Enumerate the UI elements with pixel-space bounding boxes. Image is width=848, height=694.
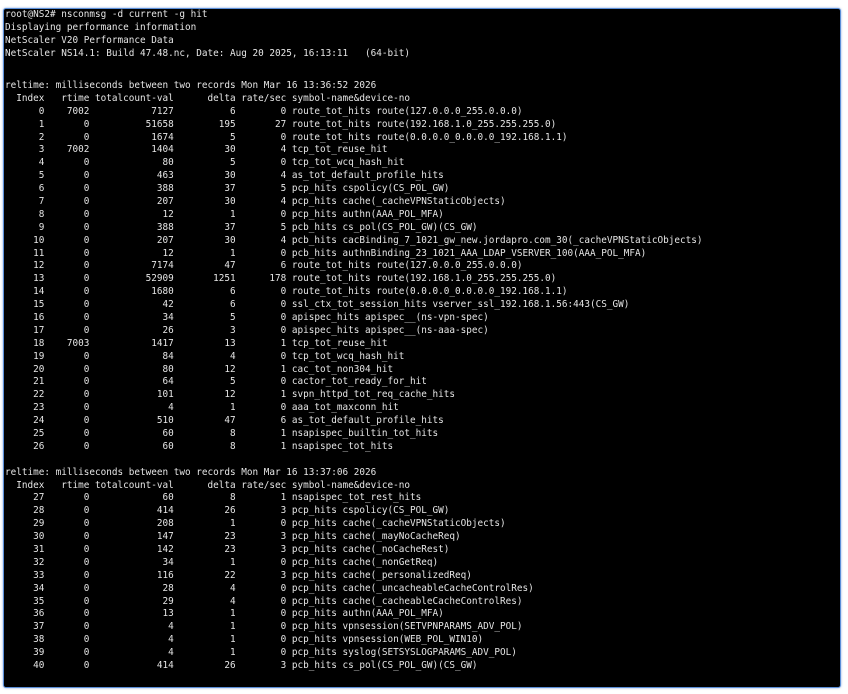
terminal-window[interactable]: root@NS2# nsconmsg -d current -g hit Dis… <box>3 8 841 688</box>
stat-row: 29 0 208 1 0 pcp_hits cache(_cacheVPNSta… <box>5 518 506 530</box>
terminal-output: root@NS2# nsconmsg -d current -g hit Dis… <box>5 9 840 673</box>
stat-row: 39 0 4 1 0 pcp_hits syslog(SETSYSLOGPARA… <box>5 647 517 659</box>
stat-row: 38 0 4 1 0 pcp_hits vpnsession(WEB_POL_W… <box>5 634 484 646</box>
stat-row: 9 0 388 37 5 pcb_hits cs_pol(CS_POL_GW)(… <box>5 221 478 233</box>
stat-row: 10 0 207 30 4 pcb_hits cacBinding_7_1021… <box>5 234 703 246</box>
records-container: reltime: milliseconds between two record… <box>5 79 840 673</box>
stat-row: 6 0 388 37 5 pcp_hits cspolicy(CS_POL_GW… <box>5 183 450 195</box>
stat-row: 15 0 42 6 0 ssl_ctx_tot_session_hits vse… <box>5 299 630 311</box>
stat-row: 34 0 28 4 0 pcp_hits cache(_uncacheableC… <box>5 582 534 594</box>
header-line: NetScaler V20 Performance Data <box>5 34 174 46</box>
header-line: Displaying performance information <box>5 21 197 33</box>
stat-row: 4 0 80 5 0 tcp_tot_wcq_hash_hit <box>5 157 405 169</box>
stat-row: 24 0 510 47 6 as_tot_default_profile_hit… <box>5 415 444 427</box>
stat-row: 14 0 1680 6 0 route_tot_hits route(0.0.0… <box>5 286 568 298</box>
column-header-line: Index rtime totalcount-val delta rate/se… <box>5 479 411 491</box>
command-line: root@NS2# nsconmsg -d current -g hit <box>5 9 208 20</box>
stat-row: 2 0 1674 5 0 route_tot_hits route(0.0.0.… <box>5 131 568 143</box>
stat-row: 11 0 12 1 0 pcb_hits authnBinding_23_102… <box>5 247 647 259</box>
stat-row: 20 0 80 12 1 cac_tot_non304_hit <box>5 363 394 375</box>
stat-row: 33 0 116 22 3 pcp_hits cache(_personaliz… <box>5 569 472 581</box>
stat-row: 30 0 147 23 3 pcp_hits cache(_mayNoCache… <box>5 531 461 543</box>
stat-row: 3 7002 1404 30 4 tcp_tot_reuse_hit <box>5 144 388 156</box>
reltime-line: reltime: milliseconds between two record… <box>5 79 377 91</box>
stat-row: 7 0 207 30 4 pcp_hits cache(_cacheVPNSta… <box>5 195 506 207</box>
stat-row: 36 0 13 1 0 pcp_hits authn(AAA_POL_MFA) <box>5 608 444 620</box>
stat-row: 37 0 4 1 0 pcp_hits vpnsession(SETVPNPAR… <box>5 621 523 633</box>
stat-row: 1 0 51658 195 27 route_tot_hits route(19… <box>5 118 557 130</box>
stat-row: 13 0 52909 1251 178 route_tot_hits route… <box>5 273 557 285</box>
stat-row: 32 0 34 1 0 pcp_hits cache(_nonGetReq) <box>5 556 439 568</box>
stat-row: 40 0 414 26 3 pcb_hits cs_pol(CS_POL_GW)… <box>5 660 478 672</box>
header-line: NetScaler NS14.1: Build 47.48.nc, Date: … <box>5 47 411 59</box>
block-separator <box>5 454 840 467</box>
stat-row: 17 0 26 3 0 apispec_hits apispec__(ns-aa… <box>5 324 489 336</box>
stat-row: 31 0 142 23 3 pcp_hits cache(_noCacheRes… <box>5 544 450 556</box>
stat-row: 22 0 101 12 1 svpn_httpd_tot_req_cache_h… <box>5 389 456 401</box>
stat-row: 16 0 34 5 0 apispec_hits apispec__(ns-vp… <box>5 311 489 323</box>
stat-row: 18 7003 1417 13 1 tcp_tot_reuse_hit <box>5 337 388 349</box>
record-block: reltime: milliseconds between two record… <box>5 466 840 673</box>
stat-row: 35 0 29 4 0 pcp_hits cache(_cacheableCac… <box>5 595 523 607</box>
stat-row: 5 0 463 30 4 as_tot_default_profile_hits <box>5 170 444 182</box>
stat-row: 28 0 414 26 3 pcp_hits cspolicy(CS_POL_G… <box>5 505 450 517</box>
record-block: reltime: milliseconds between two record… <box>5 79 840 454</box>
stat-row: 26 0 60 8 1 nsapispec_tot_hits <box>5 440 394 452</box>
stat-row: 0 7002 7127 6 0 route_tot_hits route(127… <box>5 105 523 117</box>
stat-row: 27 0 60 8 1 nsapispec_tot_rest_hits <box>5 492 422 504</box>
stat-row: 25 0 60 8 1 nsapispec_builtin_tot_hits <box>5 428 439 439</box>
stat-row: 12 0 7174 47 6 route_tot_hits route(127.… <box>5 260 523 272</box>
reltime-line: reltime: milliseconds between two record… <box>5 466 377 478</box>
stat-row: 19 0 84 4 0 tcp_tot_wcq_hash_hit <box>5 350 405 362</box>
stat-row: 21 0 64 5 0 cactor_tot_ready_for_hit <box>5 376 427 388</box>
stat-row: 23 0 4 1 0 aaa_tot_maxconn_hit <box>5 402 399 414</box>
stat-row: 8 0 12 1 0 pcp_hits authn(AAA_POL_MFA) <box>5 208 444 220</box>
column-header-line: Index rtime totalcount-val delta rate/se… <box>5 92 411 104</box>
